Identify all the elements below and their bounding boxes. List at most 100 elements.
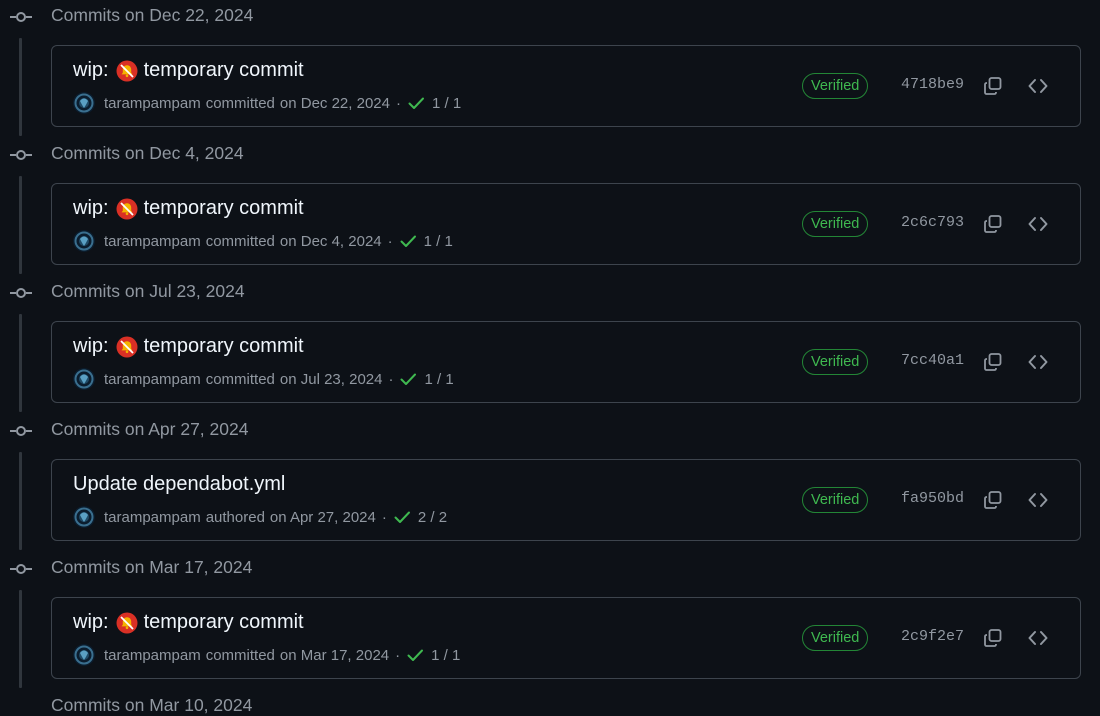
commits-timeline: Commits on Dec 22, 2024 wip: temporary c… bbox=[0, 0, 1100, 702]
copy-sha-button[interactable] bbox=[980, 211, 1006, 237]
copy-sha-button[interactable] bbox=[980, 349, 1006, 375]
git-commit-icon bbox=[10, 564, 32, 574]
commit-sha-link[interactable]: 2c6c793 bbox=[901, 214, 964, 231]
code-icon bbox=[1028, 217, 1048, 231]
author-link[interactable]: tarampampam bbox=[104, 371, 201, 388]
code-icon bbox=[1028, 79, 1048, 93]
browse-repo-button[interactable] bbox=[1025, 487, 1051, 513]
separator: · bbox=[381, 508, 387, 526]
avatar[interactable] bbox=[73, 230, 95, 252]
commit-message-link[interactable]: Update dependabot.yml bbox=[73, 473, 285, 496]
commit-sha-link[interactable]: 2c9f2e7 bbox=[901, 628, 964, 645]
commit-group: Commits on Jul 23, 2024 wip: temporary c… bbox=[0, 276, 1100, 414]
commit-prefix: wip: bbox=[73, 611, 109, 633]
commit-card: Update dependabot.yml tarampampam author… bbox=[51, 459, 1081, 541]
commit-message: Update dependabot.yml bbox=[73, 473, 286, 495]
verified-badge[interactable]: Verified bbox=[802, 211, 869, 237]
checks-count[interactable]: 1 / 1 bbox=[431, 647, 460, 664]
commit-group: Commits on Mar 17, 2024 wip: temporary c… bbox=[0, 552, 1100, 690]
copy-sha-button[interactable] bbox=[980, 625, 1006, 651]
separator: · bbox=[395, 94, 401, 112]
commit-message-link[interactable]: wip: temporary commit bbox=[73, 335, 304, 358]
copy-icon bbox=[984, 353, 1002, 371]
commit-meta: tarampampam committed on Dec 4, 2024 · 1… bbox=[73, 230, 453, 252]
no-bell-emoji-icon bbox=[116, 198, 138, 219]
copy-sha-button[interactable] bbox=[980, 487, 1006, 513]
commit-group-header: Commits on Mar 17, 2024 bbox=[0, 552, 1100, 584]
timeline-line bbox=[19, 176, 22, 274]
code-icon bbox=[1028, 493, 1048, 507]
no-bell-emoji-icon bbox=[116, 60, 138, 81]
check-icon[interactable] bbox=[399, 232, 417, 250]
commit-card: wip: temporary commit tarampampam commit… bbox=[51, 45, 1081, 127]
checks-count[interactable]: 2 / 2 bbox=[418, 509, 447, 526]
commit-meta: tarampampam committed on Dec 22, 2024 · … bbox=[73, 92, 461, 114]
commit-group: Commits on Dec 22, 2024 wip: temporary c… bbox=[0, 0, 1100, 138]
commit-group-title: Commits on Dec 22, 2024 bbox=[51, 5, 254, 25]
verified-badge[interactable]: Verified bbox=[802, 487, 869, 513]
checks-count[interactable]: 1 / 1 bbox=[432, 95, 461, 112]
timeline-line bbox=[19, 38, 22, 136]
author-link[interactable]: tarampampam bbox=[104, 647, 201, 664]
timeline-line bbox=[19, 590, 22, 688]
browse-repo-button[interactable] bbox=[1025, 625, 1051, 651]
timeline-line bbox=[19, 452, 22, 550]
browse-repo-button[interactable] bbox=[1025, 73, 1051, 99]
commit-card: wip: temporary commit tarampampam commit… bbox=[51, 597, 1081, 679]
timeline-line bbox=[19, 314, 22, 412]
separator: · bbox=[395, 646, 401, 664]
commit-meta: tarampampam committed on Mar 17, 2024 · … bbox=[73, 644, 460, 666]
commit-meta: tarampampam committed on Jul 23, 2024 · … bbox=[73, 368, 454, 390]
checks-count[interactable]: 1 / 1 bbox=[424, 371, 453, 388]
commit-card: wip: temporary commit tarampampam commit… bbox=[51, 321, 1081, 403]
commit-group-title: Commits on Mar 17, 2024 bbox=[51, 557, 253, 577]
avatar[interactable] bbox=[73, 506, 95, 528]
author-link[interactable]: tarampampam bbox=[104, 95, 201, 112]
commit-message: temporary commit bbox=[143, 197, 304, 219]
commit-date: on Jul 23, 2024 bbox=[279, 370, 383, 388]
separator: · bbox=[388, 370, 394, 388]
author-link[interactable]: tarampampam bbox=[104, 233, 201, 250]
copy-icon bbox=[984, 77, 1002, 95]
check-icon[interactable] bbox=[399, 370, 417, 388]
verified-badge[interactable]: Verified bbox=[802, 625, 869, 651]
avatar[interactable] bbox=[73, 368, 95, 390]
commit-sha-link[interactable]: fa950bd bbox=[901, 490, 964, 507]
commit-message-link[interactable]: wip: temporary commit bbox=[73, 59, 304, 82]
avatar[interactable] bbox=[73, 92, 95, 114]
commit-sha-link[interactable]: 4718be9 bbox=[901, 76, 964, 93]
commit-group-header: Commits on Apr 27, 2024 bbox=[0, 414, 1100, 446]
git-commit-icon bbox=[10, 288, 32, 298]
verified-badge[interactable]: Verified bbox=[802, 73, 869, 99]
copy-icon bbox=[984, 491, 1002, 509]
check-icon[interactable] bbox=[393, 508, 411, 526]
no-bell-emoji-icon bbox=[116, 612, 138, 633]
commit-date: on Apr 27, 2024 bbox=[269, 508, 376, 526]
copy-icon bbox=[984, 215, 1002, 233]
author-link[interactable]: tarampampam bbox=[104, 509, 201, 526]
commit-action: committed bbox=[205, 370, 275, 388]
commit-message-link[interactable]: wip: temporary commit bbox=[73, 611, 304, 634]
checks-count[interactable]: 1 / 1 bbox=[424, 233, 453, 250]
commit-prefix: wip: bbox=[73, 335, 109, 357]
copy-sha-button[interactable] bbox=[980, 73, 1006, 99]
commit-action: committed bbox=[205, 232, 275, 250]
commit-date: on Dec 22, 2024 bbox=[279, 94, 390, 112]
commit-group-title: Commits on Dec 4, 2024 bbox=[51, 143, 244, 163]
commit-card: wip: temporary commit tarampampam commit… bbox=[51, 183, 1081, 265]
commit-group: Commits on Apr 27, 2024 Update dependabo… bbox=[0, 414, 1100, 552]
check-icon[interactable] bbox=[407, 94, 425, 112]
commit-date: on Dec 4, 2024 bbox=[279, 232, 382, 250]
verified-badge[interactable]: Verified bbox=[802, 349, 869, 375]
commit-prefix: wip: bbox=[73, 197, 109, 219]
browse-repo-button[interactable] bbox=[1025, 211, 1051, 237]
commit-sha-link[interactable]: 7cc40a1 bbox=[901, 352, 964, 369]
commit-meta: tarampampam authored on Apr 27, 2024 · 2… bbox=[73, 506, 447, 528]
commit-message-link[interactable]: wip: temporary commit bbox=[73, 197, 304, 220]
copy-icon bbox=[984, 629, 1002, 647]
avatar[interactable] bbox=[73, 644, 95, 666]
commit-message: temporary commit bbox=[143, 335, 304, 357]
commit-group-title: Commits on Mar 10, 2024 bbox=[51, 695, 253, 715]
browse-repo-button[interactable] bbox=[1025, 349, 1051, 375]
check-icon[interactable] bbox=[406, 646, 424, 664]
